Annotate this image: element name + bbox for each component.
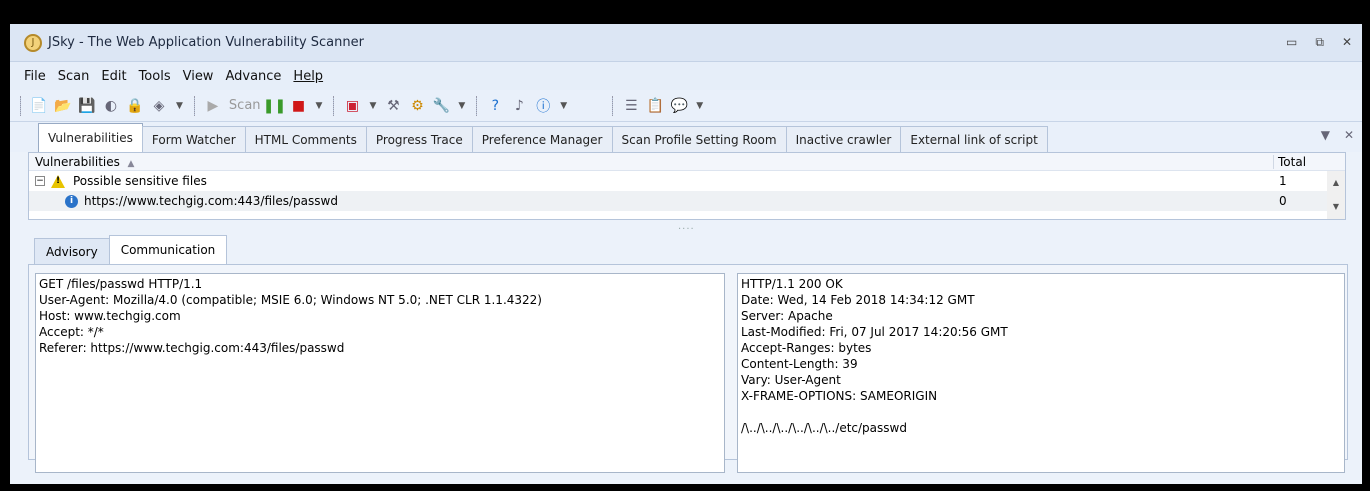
menu-edit[interactable]: Edit bbox=[95, 69, 132, 84]
sort-icon: ▲ bbox=[127, 158, 135, 169]
list-icon[interactable]: ☰ bbox=[621, 96, 641, 116]
close-button[interactable]: ✕ bbox=[1342, 35, 1352, 50]
tab-inactive-crawler[interactable]: Inactive crawler bbox=[785, 126, 902, 152]
pause-icon[interactable]: ❚❚ bbox=[263, 96, 286, 116]
menu-advance[interactable]: Advance bbox=[219, 69, 287, 84]
window-controls: ▭ ⧉ ✕ bbox=[1286, 35, 1362, 50]
menu-tools[interactable]: Tools bbox=[133, 69, 177, 84]
menu-scan[interactable]: Scan bbox=[52, 69, 96, 84]
open-icon[interactable]: 📂 bbox=[53, 96, 73, 116]
update-icon[interactable]: ♪ bbox=[509, 96, 529, 116]
chevron-down-icon[interactable]: ▼ bbox=[455, 101, 468, 111]
menu-bar: File Scan Edit Tools View Advance Help bbox=[10, 62, 1362, 90]
chevron-down-icon[interactable]: ▼ bbox=[557, 101, 570, 111]
globe-icon[interactable]: ◐ bbox=[101, 96, 121, 116]
column-total[interactable]: Total bbox=[1273, 154, 1345, 169]
tab-scan-profile[interactable]: Scan Profile Setting Room bbox=[611, 126, 787, 152]
request-textarea[interactable]: GET /files/passwd HTTP/1.1 User-Agent: M… bbox=[35, 273, 725, 473]
new-scan-icon[interactable]: 📄 bbox=[29, 96, 49, 116]
save-icon[interactable]: 💾 bbox=[77, 96, 97, 116]
tree-group: − ! Possible sensitive files bbox=[29, 174, 1273, 188]
tab-controls: ▼ ✕ bbox=[1321, 128, 1354, 142]
response-textarea[interactable]: HTTP/1.1 200 OK Date: Wed, 14 Feb 2018 1… bbox=[737, 273, 1345, 473]
scan-button-label[interactable]: Scan bbox=[229, 98, 261, 113]
tab-advisory[interactable]: Advisory bbox=[34, 238, 110, 264]
main-tabs: Vulnerabilities Form Watcher HTML Commen… bbox=[10, 122, 1362, 152]
settings-icon[interactable]: ⚙ bbox=[407, 96, 427, 116]
menu-help[interactable]: Help bbox=[287, 69, 329, 84]
tab-preference-manager[interactable]: Preference Manager bbox=[471, 126, 613, 152]
export-icon[interactable]: ◈ bbox=[149, 96, 169, 116]
app-logo-icon: J bbox=[24, 33, 42, 52]
title-bar: J JSky - The Web Application Vulnerabili… bbox=[10, 24, 1362, 62]
tab-communication[interactable]: Communication bbox=[108, 235, 228, 264]
menu-view[interactable]: View bbox=[177, 69, 220, 84]
tools-icon[interactable]: ⚒ bbox=[383, 96, 403, 116]
info-icon: i bbox=[65, 194, 78, 208]
restore-button[interactable]: ⧉ bbox=[1315, 35, 1324, 50]
tree-group-row[interactable]: − ! Possible sensitive files 1 bbox=[29, 171, 1345, 191]
tab-form-watcher[interactable]: Form Watcher bbox=[141, 126, 246, 152]
column-vulnerabilities-label: Vulnerabilities bbox=[35, 154, 120, 169]
toolbar: 📄 📂 💾 ◐ 🔒 ◈ ▼ ▶ Scan ❚❚ ■ ▼ ▣ ▼ ⚒ ⚙ 🔧 ▼ … bbox=[10, 90, 1362, 122]
toolbar-separator bbox=[476, 95, 478, 116]
collapse-icon[interactable]: − bbox=[35, 176, 45, 186]
chat-icon[interactable]: 💬 bbox=[669, 96, 689, 116]
vertical-scrollbar[interactable]: ▲ ▼ bbox=[1327, 171, 1345, 219]
profile-icon[interactable]: ▣ bbox=[342, 96, 362, 116]
tab-external-link[interactable]: External link of script bbox=[900, 126, 1048, 152]
scroll-down-icon[interactable]: ▼ bbox=[1327, 195, 1345, 219]
window-title: JSky - The Web Application Vulnerability… bbox=[48, 35, 364, 50]
item-url: https://www.techgig.com:443/files/passwd bbox=[84, 194, 338, 208]
menu-file[interactable]: File bbox=[18, 69, 52, 84]
chevron-down-icon[interactable]: ▼ bbox=[1321, 128, 1330, 142]
tab-html-comments[interactable]: HTML Comments bbox=[244, 126, 367, 152]
scroll-up-icon[interactable]: ▲ bbox=[1327, 171, 1345, 195]
chevron-down-icon[interactable]: ▼ bbox=[693, 101, 706, 111]
column-vulnerabilities[interactable]: Vulnerabilities ▲ bbox=[29, 155, 1273, 169]
report-icon[interactable]: 📋 bbox=[645, 96, 665, 116]
warning-icon: ! bbox=[51, 174, 65, 188]
tab-progress-trace[interactable]: Progress Trace bbox=[365, 126, 473, 152]
tab-vulnerabilities[interactable]: Vulnerabilities bbox=[38, 123, 143, 152]
chevron-down-icon[interactable]: ▼ bbox=[313, 101, 326, 111]
chevron-down-icon[interactable]: ▼ bbox=[173, 101, 186, 111]
lock-icon[interactable]: 🔒 bbox=[125, 96, 145, 116]
detail-tabs: Advisory Communication bbox=[34, 234, 228, 264]
tree-item: i https://www.techgig.com:443/files/pass… bbox=[29, 194, 1273, 208]
play-icon[interactable]: ▶ bbox=[203, 96, 223, 116]
vulnerabilities-list: Vulnerabilities ▲ Total − ! Possible sen… bbox=[28, 152, 1346, 220]
close-icon[interactable]: ✕ bbox=[1344, 128, 1354, 142]
toolbar-separator bbox=[333, 95, 335, 116]
group-label: Possible sensitive files bbox=[73, 174, 207, 188]
splitter-grip[interactable]: ···· bbox=[678, 224, 695, 235]
toolbar-separator bbox=[193, 95, 195, 116]
toolbar-separator bbox=[612, 95, 614, 116]
help-icon[interactable]: ? bbox=[485, 96, 505, 116]
communication-panel: GET /files/passwd HTTP/1.1 User-Agent: M… bbox=[28, 264, 1348, 473]
list-header: Vulnerabilities ▲ Total bbox=[29, 153, 1345, 171]
tree-item-row[interactable]: i https://www.techgig.com:443/files/pass… bbox=[29, 191, 1345, 211]
wrench-icon[interactable]: 🔧 bbox=[431, 96, 451, 116]
chevron-down-icon[interactable]: ▼ bbox=[366, 101, 379, 111]
toolbar-separator bbox=[20, 95, 21, 116]
info-icon[interactable]: ⓘ bbox=[533, 96, 553, 116]
minimize-button[interactable]: ▭ bbox=[1286, 35, 1297, 50]
stop-icon[interactable]: ■ bbox=[289, 96, 309, 116]
